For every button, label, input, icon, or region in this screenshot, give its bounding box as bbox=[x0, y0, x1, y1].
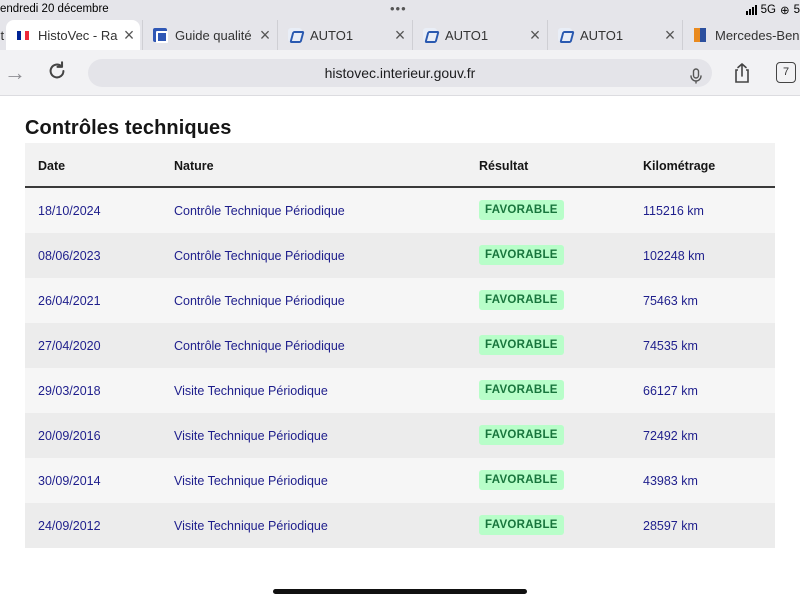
tab-title: AUTO1 bbox=[580, 27, 624, 43]
technical-controls-table: Date Nature Résultat Kilométrage 18/10/2… bbox=[25, 143, 775, 548]
header-result: Résultat bbox=[479, 159, 529, 173]
battery-label: 5 bbox=[793, 4, 800, 16]
tabs-overview-button[interactable]: 7 bbox=[776, 62, 796, 83]
browser-toolbar: → histovec.interieur.gouv.fr 7 bbox=[0, 50, 800, 96]
result-badge: FAVORABLE bbox=[479, 200, 564, 220]
result-badge: FAVORABLE bbox=[479, 470, 564, 490]
tab-title: HistoVec - Rapport bbox=[38, 27, 118, 43]
close-tab-icon[interactable]: × bbox=[118, 25, 140, 46]
tab-mercedes[interactable]: Mercedes-Ben bbox=[682, 20, 800, 50]
row-km: 102248 km bbox=[643, 249, 705, 263]
table-row: 26/04/2021 Contrôle Technique Périodique… bbox=[25, 278, 775, 323]
guide-icon bbox=[153, 28, 168, 43]
tab-title: Guide qualité - bbox=[175, 27, 254, 43]
auto1-icon bbox=[558, 28, 572, 42]
close-tab-icon[interactable]: × bbox=[254, 25, 276, 46]
row-nature: Contrôle Technique Périodique bbox=[174, 204, 345, 218]
row-nature: Contrôle Technique Périodique bbox=[174, 294, 345, 308]
row-nature: Visite Technique Périodique bbox=[174, 384, 328, 398]
row-km: 75463 km bbox=[643, 294, 698, 308]
table-row: 08/06/2023 Contrôle Technique Périodique… bbox=[25, 233, 775, 278]
row-date: 26/04/2021 bbox=[38, 294, 101, 308]
tab-guide[interactable]: Guide qualité - × bbox=[142, 20, 276, 50]
row-km: 115216 km bbox=[643, 204, 704, 218]
header-km: Kilométrage bbox=[643, 159, 716, 173]
tab-title: AUTO1 bbox=[445, 27, 489, 43]
share-icon[interactable] bbox=[731, 62, 753, 84]
reload-icon[interactable] bbox=[46, 60, 68, 88]
row-nature: Visite Technique Périodique bbox=[174, 474, 328, 488]
header-nature: Nature bbox=[174, 159, 214, 173]
status-date: endredi 20 décembre bbox=[0, 3, 109, 15]
row-date: 20/09/2016 bbox=[38, 429, 101, 443]
row-nature: Contrôle Technique Périodique bbox=[174, 249, 345, 263]
row-km: 43983 km bbox=[643, 474, 698, 488]
result-badge: FAVORABLE bbox=[479, 335, 564, 355]
row-date: 27/04/2020 bbox=[38, 339, 101, 353]
result-badge: FAVORABLE bbox=[479, 290, 564, 310]
tab-auto1-a[interactable]: AUTO1 × bbox=[277, 20, 411, 50]
tab-auto1-b[interactable]: AUTO1 × bbox=[412, 20, 546, 50]
row-date: 24/09/2012 bbox=[38, 519, 101, 533]
table-row: 29/03/2018 Visite Technique Périodique F… bbox=[25, 368, 775, 413]
signal-icon bbox=[745, 5, 757, 15]
address-bar[interactable]: histovec.interieur.gouv.fr bbox=[88, 59, 712, 87]
tab-bar: st HistoVec - Rapport × Guide qualité - … bbox=[0, 20, 800, 50]
close-tab-icon[interactable]: × bbox=[659, 25, 681, 46]
auto1-icon bbox=[423, 28, 437, 42]
row-date: 08/06/2023 bbox=[38, 249, 101, 263]
status-indicators: 5G ⊕ 5 bbox=[745, 3, 800, 17]
tab-title: Mercedes-Ben bbox=[715, 27, 800, 43]
url-text: histovec.interieur.gouv.fr bbox=[324, 65, 476, 81]
row-km: 66127 km bbox=[643, 384, 698, 398]
france-flag-icon bbox=[16, 28, 30, 42]
close-tab-icon[interactable]: × bbox=[524, 25, 546, 46]
page-content: Contrôles techniques Date Nature Résulta… bbox=[0, 97, 800, 600]
row-km: 28597 km bbox=[643, 519, 698, 533]
home-indicator[interactable] bbox=[273, 589, 527, 594]
result-badge: FAVORABLE bbox=[479, 425, 564, 445]
row-nature: Visite Technique Périodique bbox=[174, 519, 328, 533]
forward-icon[interactable]: → bbox=[4, 60, 26, 86]
result-badge: FAVORABLE bbox=[479, 245, 564, 265]
page-title: Contrôles techniques bbox=[25, 117, 232, 139]
table-row: 27/04/2020 Contrôle Technique Périodique… bbox=[25, 323, 775, 368]
tab-histovec[interactable]: HistoVec - Rapport × bbox=[6, 20, 140, 50]
table-row: 20/09/2016 Visite Technique Périodique F… bbox=[25, 413, 775, 458]
result-badge: FAVORABLE bbox=[479, 515, 564, 535]
row-date: 18/10/2024 bbox=[38, 204, 101, 218]
header-date: Date bbox=[38, 159, 66, 173]
table-row: 18/10/2024 Contrôle Technique Périodique… bbox=[25, 188, 775, 233]
row-date: 30/09/2014 bbox=[38, 474, 101, 488]
auto1-icon bbox=[288, 28, 302, 42]
row-nature: Visite Technique Périodique bbox=[174, 429, 328, 443]
table-row: 24/09/2012 Visite Technique Périodique F… bbox=[25, 503, 775, 548]
mercedes-icon bbox=[693, 28, 707, 42]
close-tab-icon[interactable]: × bbox=[389, 25, 411, 46]
network-label: 5G bbox=[760, 4, 776, 16]
tab-title: AUTO1 bbox=[310, 27, 354, 43]
microphone-icon[interactable] bbox=[688, 65, 704, 84]
row-km: 72492 km bbox=[643, 429, 698, 443]
status-bar: endredi 20 décembre ••• 5G ⊕ 5 bbox=[0, 0, 800, 20]
row-km: 74535 km bbox=[643, 339, 698, 353]
table-header: Date Nature Résultat Kilométrage bbox=[25, 143, 775, 188]
table-row: 30/09/2014 Visite Technique Périodique F… bbox=[25, 458, 775, 503]
multitasking-dots-icon[interactable]: ••• bbox=[390, 1, 407, 16]
result-badge: FAVORABLE bbox=[479, 380, 564, 400]
location-icon: ⊕ bbox=[779, 5, 790, 17]
tab-auto1-c[interactable]: AUTO1 × bbox=[547, 20, 681, 50]
row-date: 29/03/2018 bbox=[38, 384, 101, 398]
row-nature: Contrôle Technique Périodique bbox=[174, 339, 345, 353]
